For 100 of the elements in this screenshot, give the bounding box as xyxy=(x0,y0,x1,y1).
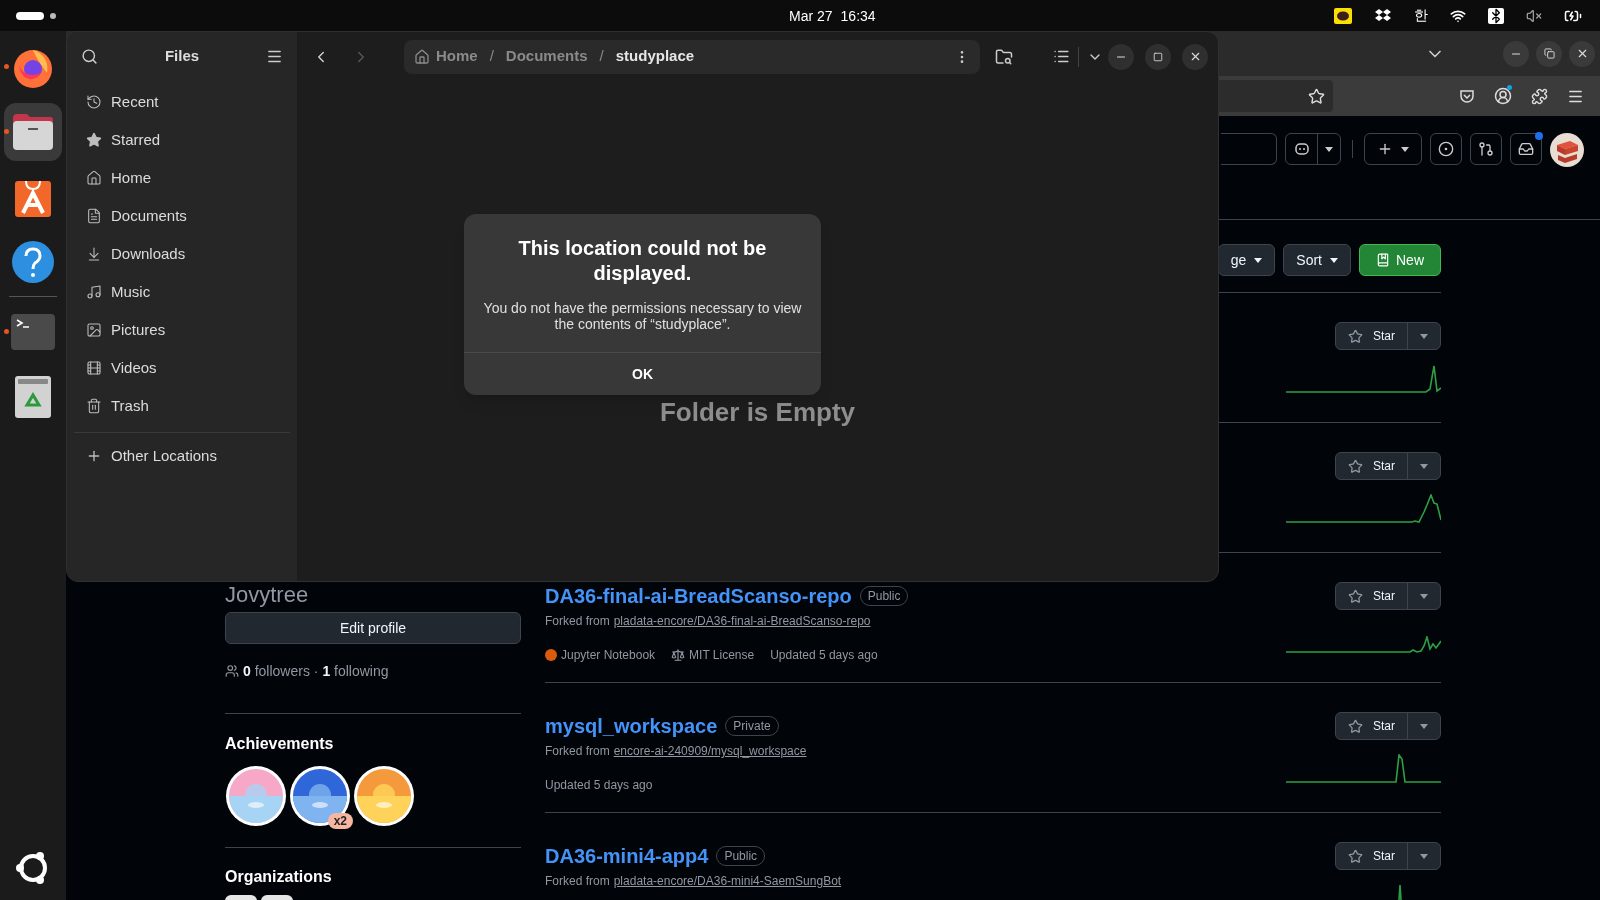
path-crumb[interactable]: studyplace xyxy=(615,45,695,68)
updated-time: Updated 5 days ago xyxy=(770,647,878,664)
trash-icon xyxy=(86,398,102,414)
license-label: MIT License xyxy=(689,647,755,664)
language-label: Jupyter Notebook xyxy=(561,647,656,664)
bluetooth-icon xyxy=(1488,7,1504,24)
plus-icon xyxy=(86,448,102,464)
repository-link[interactable]: DA36-mini4-app4 xyxy=(545,841,709,871)
path-crumb[interactable]: Documents xyxy=(505,45,588,68)
search-field[interactable] xyxy=(1221,133,1277,165)
issues-button[interactable] xyxy=(1430,133,1462,165)
star-icon xyxy=(1348,848,1363,864)
caret-icon xyxy=(1254,257,1263,263)
badge-count: x2 xyxy=(327,813,353,829)
other-locations-item[interactable]: Other Locations xyxy=(67,437,297,475)
path-bar[interactable]: Home / Documents / studyplace xyxy=(404,39,980,74)
repository-icon xyxy=(1376,253,1390,267)
inbox-icon xyxy=(1518,141,1534,157)
account-icon xyxy=(1494,87,1512,105)
follow-stats: 0 followers · 1 following xyxy=(243,662,389,681)
caret-icon xyxy=(1420,723,1428,729)
empty-folder-message: Folder is Empty xyxy=(659,399,855,425)
caret-icon xyxy=(1420,333,1428,339)
restore-icon xyxy=(1543,48,1555,59)
clock[interactable]: Mar 27 16:34 xyxy=(789,6,876,27)
fork-source-link[interactable]: pladata-encore/DA36-mini4-SaemSungBot xyxy=(613,872,842,890)
caret-icon xyxy=(1330,257,1338,263)
copilot-button[interactable] xyxy=(1285,133,1341,165)
repository-link[interactable]: DA36-final-ai-BreadScanso-repo xyxy=(545,581,852,611)
fork-label: Forked from xyxy=(545,873,610,890)
star-icon xyxy=(86,132,102,148)
filter-menu-button[interactable]: ge xyxy=(1217,244,1276,276)
fork-source-link[interactable]: pladata-encore/DA36-final-ai-BreadScanso-repo xyxy=(613,612,871,630)
activities-indicator[interactable] xyxy=(16,11,44,20)
caret-icon xyxy=(1420,853,1428,859)
download-icon xyxy=(86,246,102,262)
repository-link[interactable]: mysql_workspace xyxy=(545,711,718,741)
restore-button[interactable] xyxy=(1536,40,1562,67)
search-button[interactable] xyxy=(81,48,98,65)
people-icon xyxy=(225,664,239,678)
maximize-button[interactable] xyxy=(1145,43,1171,70)
sidebar-item[interactable]: Recent xyxy=(67,83,297,121)
pull-requests-button[interactable] xyxy=(1470,133,1502,165)
dropbox-icon[interactable] xyxy=(1374,7,1392,24)
plus-icon xyxy=(1377,141,1393,157)
achievement-badge[interactable]: x2 xyxy=(289,765,351,827)
sidebar-item[interactable]: Music xyxy=(67,273,297,311)
help-icon xyxy=(11,239,55,284)
sidebar-item[interactable]: Starred xyxy=(67,121,297,159)
star-icon xyxy=(1348,458,1363,474)
path-crumb[interactable]: Home xyxy=(436,45,478,68)
minimize-button[interactable] xyxy=(1108,43,1134,70)
scale-icon xyxy=(671,648,686,662)
close-button[interactable] xyxy=(1182,43,1208,70)
pull-request-icon xyxy=(1478,141,1494,157)
sidebar-item[interactable]: Videos xyxy=(67,349,297,387)
music-icon xyxy=(86,284,102,300)
muted-speaker-icon xyxy=(1526,7,1542,24)
search-folder-button[interactable] xyxy=(995,47,1013,66)
dialog-message: You do not have the permissions necessary to view the contents of “studyplace”. xyxy=(482,300,803,332)
caret-icon xyxy=(1420,463,1428,469)
sidebar-item[interactable]: Home xyxy=(67,159,297,197)
address-bar[interactable] xyxy=(1219,80,1333,112)
star-icon xyxy=(1348,328,1363,344)
path-separator: / xyxy=(599,46,604,67)
minimize-button[interactable] xyxy=(1503,40,1529,67)
pocket-icon xyxy=(1459,88,1475,104)
maximize-icon xyxy=(1153,51,1163,62)
ok-button[interactable]: OK xyxy=(464,352,821,395)
dock-item[interactable] xyxy=(4,102,62,161)
fork-label: Forked from xyxy=(545,743,610,760)
document-icon xyxy=(86,208,102,224)
inbox-button[interactable] xyxy=(1510,133,1542,165)
home-icon xyxy=(86,170,102,186)
view-list-button[interactable] xyxy=(1053,48,1070,65)
close-button[interactable] xyxy=(1569,40,1595,67)
caret-icon xyxy=(1420,593,1428,599)
username: Jovytree xyxy=(225,583,309,607)
create-new-button[interactable] xyxy=(1364,133,1422,165)
caret-icon xyxy=(1401,146,1409,152)
chat-icon[interactable] xyxy=(1334,7,1352,24)
new-repository-button[interactable]: New xyxy=(1359,244,1441,276)
fork-source-link[interactable]: encore-ai-240909/mysql_workspace xyxy=(613,742,807,760)
sidebar-item[interactable]: Documents xyxy=(67,197,297,235)
sidebar-item[interactable]: Pictures xyxy=(67,311,297,349)
window-title: Files xyxy=(164,46,200,67)
avatar-icon[interactable] xyxy=(1550,133,1584,167)
edit-profile-button[interactable]: Edit profile xyxy=(225,612,521,644)
achievement-badge[interactable] xyxy=(225,765,287,827)
star-icon xyxy=(1348,588,1363,604)
dialog-title: This location could not be displayed. xyxy=(517,236,768,286)
image-icon xyxy=(86,322,102,338)
bookmark-star-button[interactable] xyxy=(1308,87,1325,105)
sidebar-item[interactable]: Downloads xyxy=(67,235,297,273)
filter-menu-button[interactable]: Sort xyxy=(1283,244,1351,276)
sidebar-item[interactable]: Trash xyxy=(67,387,297,425)
section-heading: Organizations xyxy=(225,868,332,885)
achievement-badge[interactable] xyxy=(353,765,415,827)
menu-button[interactable] xyxy=(266,48,283,65)
input-method-indicator[interactable]: 한 xyxy=(1414,5,1428,26)
